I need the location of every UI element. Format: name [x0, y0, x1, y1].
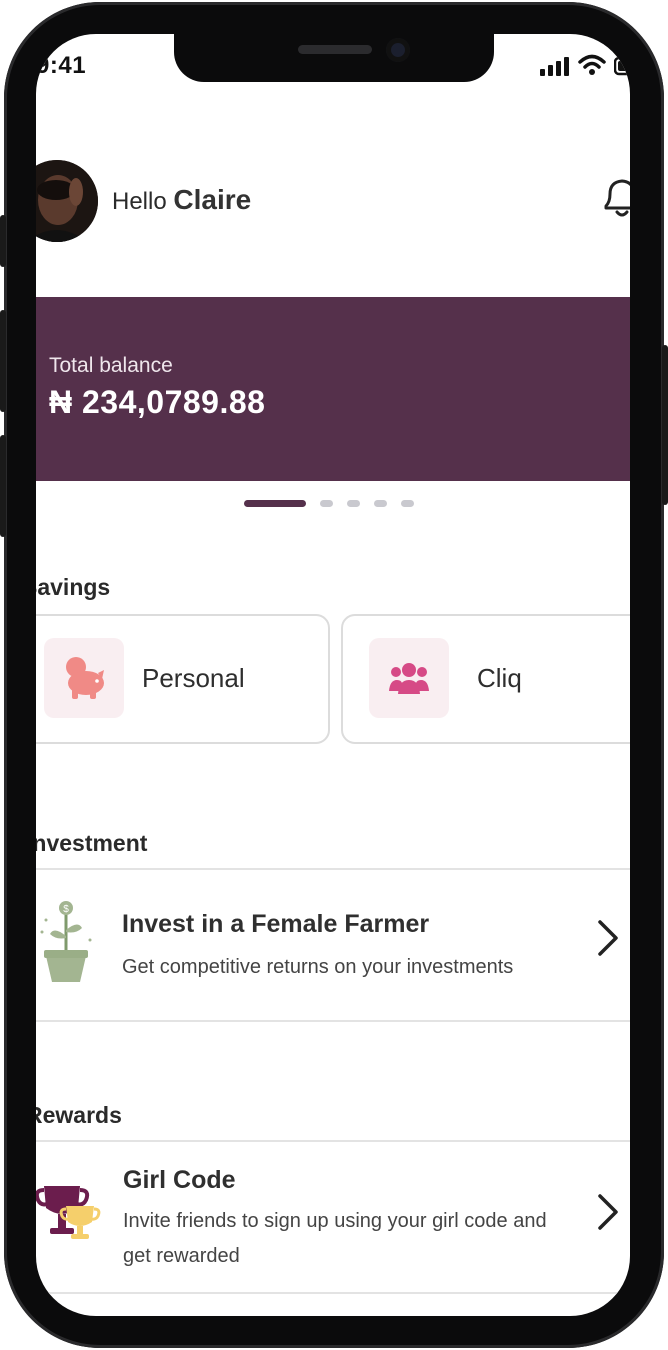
- piggy-bank-icon: [66, 657, 104, 699]
- greeting: Hello Claire: [112, 184, 251, 216]
- savings-label-personal: Personal: [142, 663, 245, 693]
- app-screen: 9:41 Hello Claire Total balance ₦ 234,07…: [36, 34, 630, 1316]
- carousel-indicator: [244, 500, 414, 507]
- divider: [36, 1020, 630, 1022]
- savings-card-cliq[interactable]: Cliq: [341, 614, 630, 744]
- savings-label-cliq: Cliq: [477, 663, 522, 693]
- piggy-bank-icon-box: [44, 638, 124, 718]
- group-icon-box: [369, 638, 449, 718]
- notch: [174, 34, 494, 82]
- carousel-dot[interactable]: [320, 500, 333, 507]
- avatar[interactable]: [36, 160, 98, 242]
- rewards-item-subtitle: Invite friends to sign up using your gir…: [123, 1210, 547, 1267]
- status-icons: [540, 54, 630, 76]
- money-plant-icon: $: [40, 901, 92, 982]
- status-time: 9:41: [36, 52, 87, 79]
- balance-amount: ₦ 234,0789.88: [49, 384, 266, 420]
- investment-row[interactable]: $ Invest in a Female Farmer Get competit…: [36, 870, 630, 1020]
- savings-card-personal[interactable]: Personal: [36, 614, 330, 744]
- mute-switch: [0, 215, 6, 267]
- carousel-dot-active[interactable]: [244, 500, 306, 507]
- battery-icon: [614, 56, 630, 76]
- greeting-text: Hello: [112, 188, 167, 215]
- power-button: [662, 345, 668, 505]
- avatar-photo: [36, 160, 98, 242]
- investment-title: Investment: [36, 830, 148, 856]
- rewards-item-title: Girl Code: [123, 1166, 236, 1194]
- speaker: [298, 45, 372, 54]
- carousel-dot[interactable]: [374, 500, 387, 507]
- divider: [36, 1292, 630, 1294]
- carousel-dot[interactable]: [347, 500, 360, 507]
- rewards-title: Rewards: [36, 1102, 122, 1128]
- investment-item-subtitle: Get competitive returns on your investme…: [122, 956, 514, 978]
- trophy-icon: [36, 1186, 101, 1239]
- chevron-right-icon[interactable]: [596, 1192, 620, 1232]
- user-name: Claire: [173, 184, 252, 215]
- investment-item-title: Invest in a Female Farmer: [122, 910, 430, 938]
- volume-up-button: [0, 310, 6, 412]
- wifi-icon: [578, 54, 606, 75]
- bell-icon[interactable]: [602, 176, 630, 220]
- carousel-dot[interactable]: [401, 500, 414, 507]
- rewards-row[interactable]: Girl Code Invite friends to sign up usin…: [36, 1142, 630, 1292]
- group-icon: [389, 663, 429, 694]
- chevron-right-icon[interactable]: [596, 918, 620, 958]
- front-camera: [386, 38, 410, 62]
- balance-label: Total balance: [49, 354, 173, 377]
- signal-icon: [540, 57, 569, 76]
- svg-text:$: $: [63, 904, 69, 915]
- savings-title: Savings: [36, 574, 111, 600]
- volume-down-button: [0, 435, 6, 537]
